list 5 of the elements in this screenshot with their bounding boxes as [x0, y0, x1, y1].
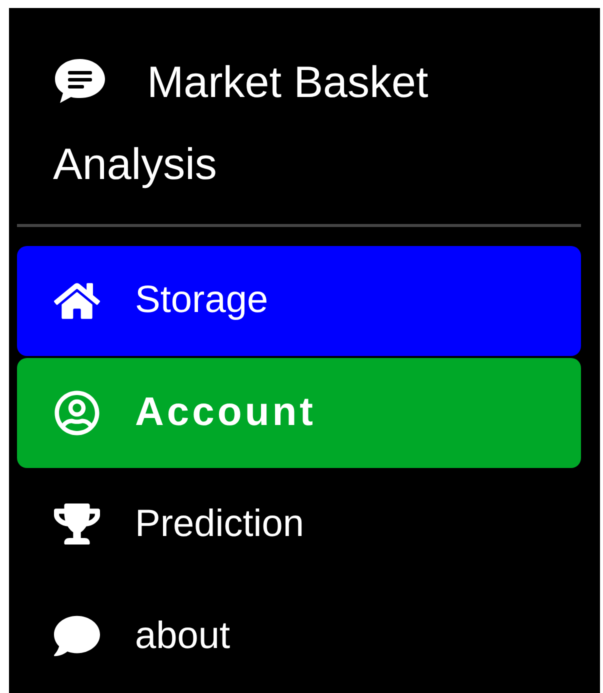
- menu-item[interactable]: Storage: [17, 246, 581, 356]
- menu-item[interactable]: about: [17, 581, 581, 691]
- chat-icon: [53, 57, 107, 106]
- app-title: Market Basket Analysis: [53, 56, 430, 191]
- menu-item[interactable]: Prediction: [17, 470, 581, 580]
